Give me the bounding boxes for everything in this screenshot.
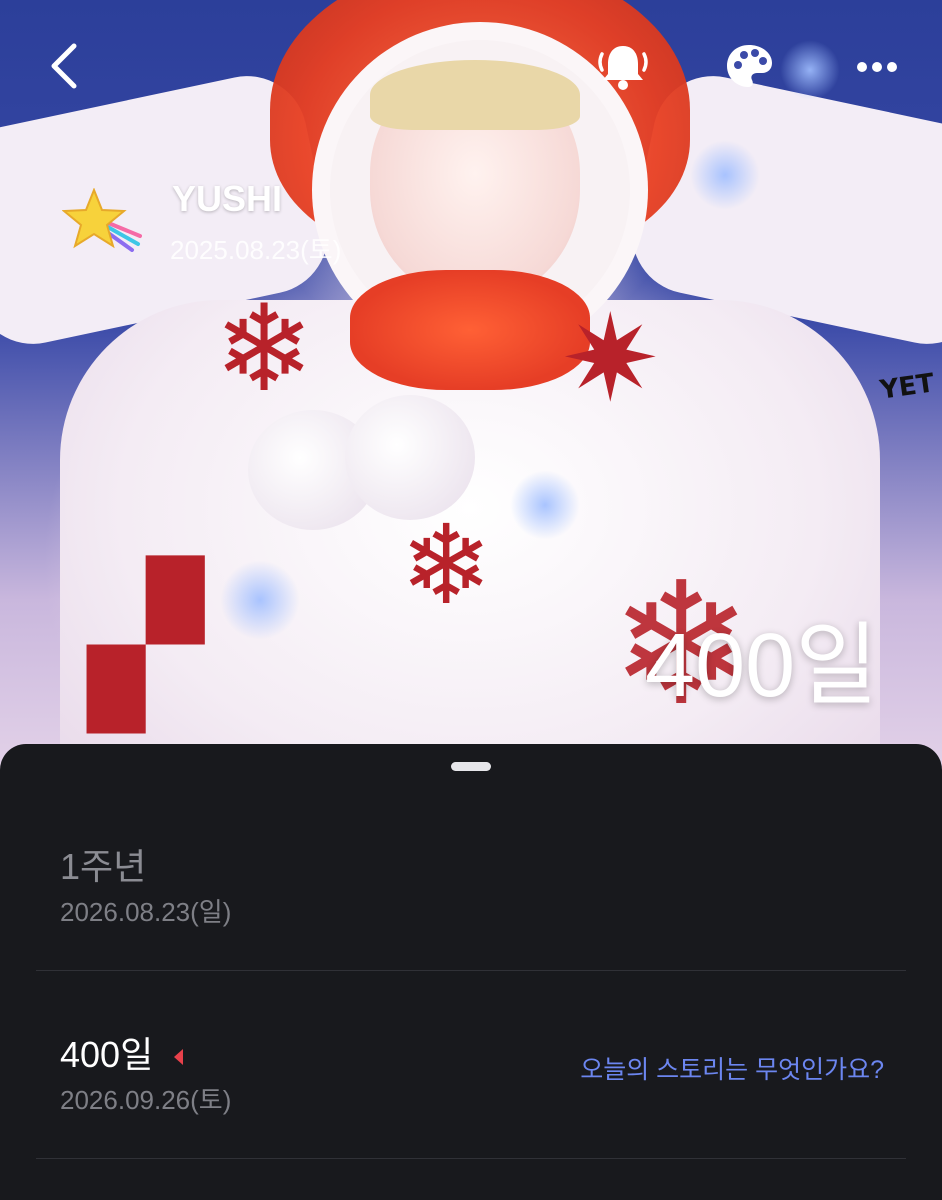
red-scarf [350,270,590,390]
milestone-title-text: 400일 [60,1034,154,1075]
sparkle [780,40,840,100]
sparkle [220,560,300,640]
snowflake-patch: ❄ [400,501,493,629]
story-prompt-link[interactable]: 오늘의 스토리는 무엇인가요? [580,1050,884,1086]
theme-button[interactable] [722,38,776,94]
star-patch: ✷ [560,290,661,429]
milestone-row-today[interactable]: 400일 2026.09.26(토) 오늘의 스토리는 무엇인가요? [0,1014,942,1154]
more-button[interactable] [850,38,906,94]
milestone-date: 2026.08.23(일) [60,897,232,927]
chevron-left-icon [51,43,77,89]
milestone-title: 1주년 [60,846,147,887]
more-options-icon [857,62,897,72]
profile-start-date: 2025.08.23(토) [170,235,342,265]
profile-name[interactable]: YUSHI [172,178,282,220]
back-button[interactable] [44,40,88,92]
reindeer-patch: ▞ [88,558,204,732]
hair [370,60,580,130]
today-marker-icon [174,1049,184,1066]
snowflake-patch: ❄ [214,280,315,419]
milestone-sheet: 1주년 2026.08.23(일) 400일 2026.09.26(토) 오늘의… [0,744,942,1200]
palette-icon [727,45,772,87]
divider [36,1158,906,1159]
sparkle [510,470,580,540]
divider [36,970,906,971]
notification-button[interactable] [596,38,650,94]
milestone-row[interactable]: 1주년 2026.08.23(일) [0,824,942,970]
milestone-title: 400일 [60,1026,187,1078]
shooting-star-icon [62,188,142,252]
sheet-drag-handle[interactable] [451,762,491,771]
milestone-date: 2026.09.26(토) [60,1085,232,1115]
notification-bell-icon [598,46,648,90]
day-count: 400일 [645,616,878,716]
sparkle [690,140,760,210]
yet-sticker: YET [878,368,937,406]
